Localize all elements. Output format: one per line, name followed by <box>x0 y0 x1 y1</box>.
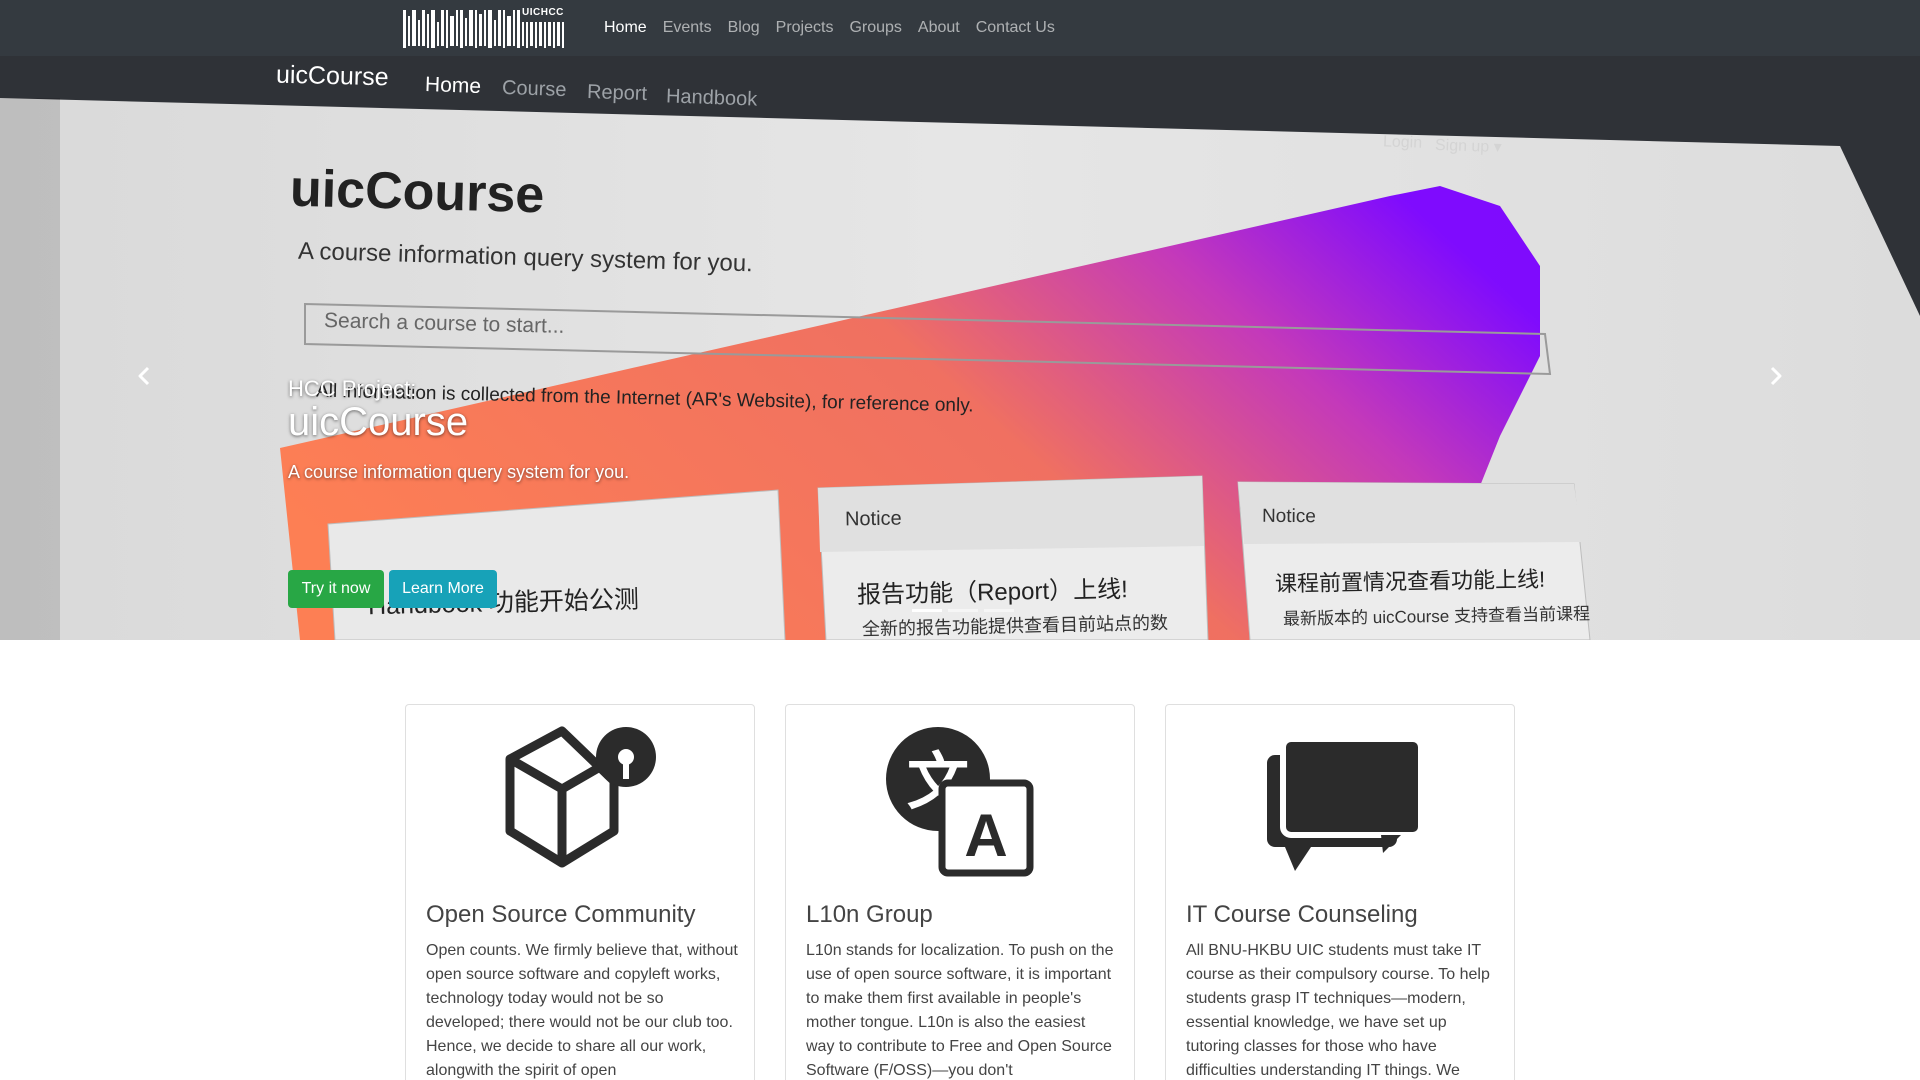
card-text: L10n stands for localization. To push on… <box>806 942 1114 1079</box>
nav-home[interactable]: Home <box>604 19 647 37</box>
card-title: IT Course Counseling <box>1186 901 1418 928</box>
shot-card-body-3: 课程前置情况查看功能上线! <box>1274 566 1546 597</box>
shot-card-sub-2: 全新的报告功能提供查看目前站点的数 <box>861 612 1169 640</box>
shot-card-header-2: Notice <box>844 507 902 531</box>
nav-contact[interactable]: Contact Us <box>976 19 1055 37</box>
nav-projects[interactable]: Projects <box>776 19 834 37</box>
main-nav: Home Events Blog Projects Groups About C… <box>604 0 1071 56</box>
caption-title: uicCourse <box>288 400 469 444</box>
carousel-prev-button[interactable] <box>124 356 164 396</box>
hero-carousel: uicCourse Home Course Report Handbook Lo… <box>0 56 1920 640</box>
shot-nav-handbook: Handbook <box>665 85 758 111</box>
shot-card-sub-3: 最新版本的 uicCourse 支持查看当前课程 <box>1282 604 1591 629</box>
shot-nav-course: Course <box>501 76 567 102</box>
shot-login: Login <box>1382 133 1423 152</box>
try-it-now-button[interactable]: Try it now <box>288 570 384 608</box>
shot-card-body-2: 报告功能（Report）上线! <box>856 576 1129 609</box>
open-source-box-icon <box>505 726 656 868</box>
shot-title: uicCourse <box>289 159 546 225</box>
shot-signup: Sign up ▾ <box>1434 136 1503 157</box>
carousel-next-button[interactable] <box>1756 356 1796 396</box>
feature-card-l10n: 文 A L10n Group L10n stands for localizat… <box>785 704 1135 1080</box>
carousel-indicators <box>909 609 1017 612</box>
caption-project-label: HCC Project: <box>288 376 417 401</box>
card-title: L10n Group <box>806 901 933 928</box>
card-title: Open Source Community <box>426 901 696 928</box>
carousel-indicator-2[interactable] <box>948 609 978 612</box>
top-navbar: UICHCC Home Events Blog Projects Groups … <box>0 0 1920 56</box>
nav-about[interactable]: About <box>918 19 960 37</box>
chevron-right-icon <box>1770 366 1782 386</box>
shot-nav-report: Report <box>586 80 648 106</box>
carousel-indicator-1[interactable] <box>912 609 942 612</box>
svg-text:A: A <box>964 802 1007 869</box>
nav-groups[interactable]: Groups <box>849 19 901 37</box>
learn-more-button[interactable]: Learn More <box>389 570 497 608</box>
comments-icon <box>1267 736 1424 871</box>
caption-description: A course information query system for yo… <box>288 462 630 482</box>
feature-card-it-counseling: IT Course Counseling All BNU-HKBU UIC st… <box>1165 704 1515 1080</box>
shot-card-header-3: Notice <box>1261 505 1316 528</box>
translate-icon: 文 A <box>886 727 1034 877</box>
logo-text: UICHCC <box>522 7 564 18</box>
feature-card-open-source: Open Source Community Open counts. We fi… <box>405 704 755 1080</box>
card-text: Open counts. We firmly believe that, wit… <box>426 942 738 1079</box>
shot-nav-home: Home <box>424 73 482 98</box>
nav-blog[interactable]: Blog <box>728 19 760 37</box>
nav-events[interactable]: Events <box>663 19 712 37</box>
hero-slide-image <box>0 56 1920 640</box>
chevron-left-icon <box>138 366 150 386</box>
card-text: All BNU-HKBU UIC students must take IT c… <box>1186 942 1490 1079</box>
shot-brand: uicCourse <box>275 60 389 92</box>
carousel-indicator-3[interactable] <box>984 609 1014 612</box>
